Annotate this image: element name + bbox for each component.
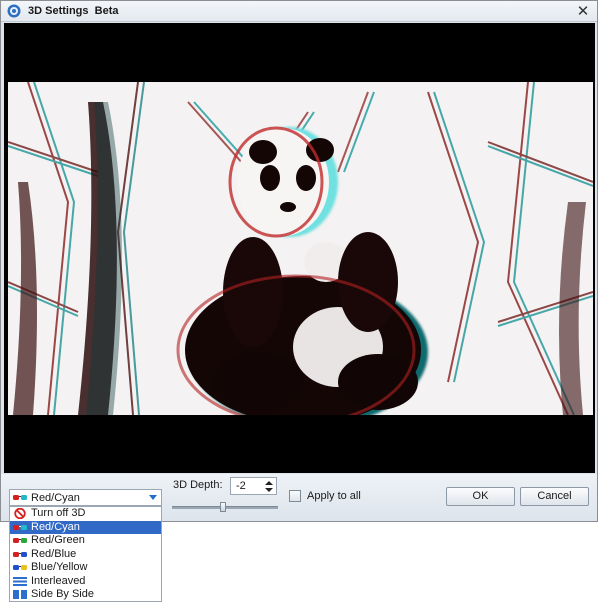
mode-option-label: Red/Blue (31, 547, 77, 560)
mode-option-label: Turn off 3D (31, 507, 86, 519)
dropdown-selected-label: Red/Cyan (31, 492, 80, 504)
cancel-button[interactable]: Cancel (520, 487, 589, 506)
depth-slider[interactable] (172, 502, 278, 512)
mode-option-label: Interleaved (31, 574, 86, 587)
depth-value[interactable]: -2 (236, 480, 246, 492)
mode-option-red-blue[interactable]: Red/Blue (10, 548, 161, 562)
ok-button[interactable]: OK (446, 487, 515, 506)
mode-option-red-green[interactable]: Red/Green (10, 534, 161, 548)
apply-to-all-checkbox[interactable] (289, 490, 301, 502)
title-bar: 3D Settings Beta ✕ (1, 1, 597, 22)
apply-to-all-label[interactable]: Apply to all (307, 490, 361, 502)
window-title: 3D Settings Beta (28, 5, 119, 17)
red-cyan-glasses-icon (13, 495, 27, 500)
slider-thumb[interactable] (220, 502, 226, 512)
mode-option-blue-yellow[interactable]: Blue/Yellow (10, 561, 161, 575)
mode-option-side-by-side[interactable]: Side By Side (10, 588, 161, 602)
spin-up-icon[interactable] (265, 481, 273, 485)
depth-label: 3D Depth: (173, 479, 223, 491)
mode-option-turn-off-3d[interactable]: Turn off 3D (10, 507, 161, 521)
video-preview (4, 23, 595, 473)
red-blue-glasses-icon (13, 551, 27, 557)
app-logo-icon (7, 4, 21, 18)
panda-anaglyph-image (8, 82, 593, 415)
anaglyph-mode-dropdown[interactable]: Red/Cyan (9, 489, 162, 506)
close-icon: ✕ (576, 2, 590, 20)
red-cyan-glasses-icon (13, 524, 27, 530)
side-by-side-icon (13, 590, 27, 599)
depth-stepper[interactable]: -2 (230, 477, 277, 495)
no-3d-icon (14, 508, 26, 519)
red-green-glasses-icon (13, 538, 27, 543)
chevron-down-icon[interactable] (149, 495, 157, 500)
spin-down-icon[interactable] (265, 488, 273, 492)
mode-option-label: Red/Cyan (31, 520, 80, 533)
mode-option-label: Red/Green (31, 534, 85, 546)
mode-option-red-cyan[interactable]: Red/Cyan (10, 520, 161, 534)
interleaved-icon (13, 576, 27, 586)
mode-option-label: Side By Side (31, 588, 94, 600)
settings-dialog: 3D Settings Beta ✕ (0, 0, 598, 522)
blue-yellow-glasses-icon (13, 565, 27, 570)
close-button[interactable]: ✕ (573, 2, 593, 20)
anaglyph-mode-list: Turn off 3D Red/Cyan Red/Green Red/Blue (9, 506, 162, 602)
mode-option-label: Blue/Yellow (31, 561, 88, 573)
mode-option-interleaved[interactable]: Interleaved (10, 575, 161, 589)
